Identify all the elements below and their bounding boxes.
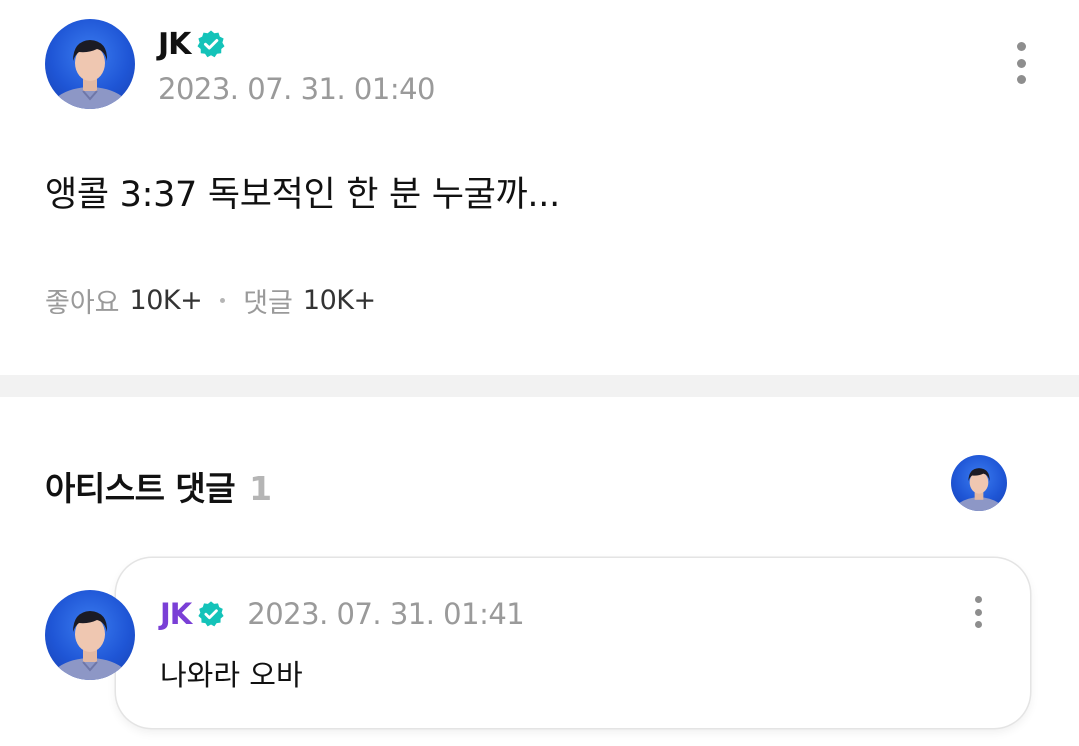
more-vertical-icon [1016, 58, 1026, 68]
post-author-name[interactable]: JK [158, 27, 191, 62]
more-vertical-icon [974, 608, 982, 616]
comments-label[interactable]: 댓글 [243, 281, 293, 320]
avatar-portrait-icon [47, 611, 133, 680]
more-vertical-icon [1016, 75, 1026, 84]
artist-comments-title: 아티스트 댓글 [45, 469, 236, 508]
comments-count[interactable]: 10K+ [303, 285, 376, 316]
likes-label[interactable]: 좋아요 [45, 281, 120, 320]
more-vertical-icon [974, 596, 982, 603]
post-author-row: JK [158, 24, 226, 64]
post-stats: 좋아요 10K+ 댓글 10K+ [45, 281, 376, 320]
comment-timestamp: 2023. 07. 31. 01:41 [247, 597, 525, 631]
comment-more-options-button[interactable] [966, 596, 990, 628]
section-divider [0, 375, 1079, 397]
comment-text: 나와라 오바 [160, 658, 303, 692]
artist-filter-avatar[interactable] [951, 455, 1007, 511]
avatar-portrait-icon [47, 40, 133, 109]
post-more-options-button[interactable] [1009, 42, 1033, 84]
verified-badge-icon [197, 30, 225, 58]
post-text: 앵콜 3:37 독보적인 한 분 누굴까... [45, 175, 560, 215]
comment-card[interactable] [116, 558, 1030, 728]
separator-dot [220, 298, 226, 303]
verified-badge-icon [198, 601, 224, 627]
artist-comments-header: 아티스트 댓글 1 [45, 462, 272, 510]
comment-author-name[interactable]: JK [160, 597, 192, 631]
more-vertical-icon [974, 621, 982, 628]
author-avatar[interactable] [45, 19, 135, 109]
post-timestamp: 2023. 07. 31. 01:40 [158, 72, 436, 106]
likes-count[interactable]: 10K+ [130, 285, 203, 316]
more-vertical-icon [1016, 42, 1026, 51]
comment-author-avatar[interactable] [45, 590, 135, 680]
avatar-portrait-icon [952, 468, 1006, 511]
comment-header: JK 2023. 07. 31. 01:41 [160, 594, 525, 634]
artist-comments-count: 1 [249, 469, 273, 508]
